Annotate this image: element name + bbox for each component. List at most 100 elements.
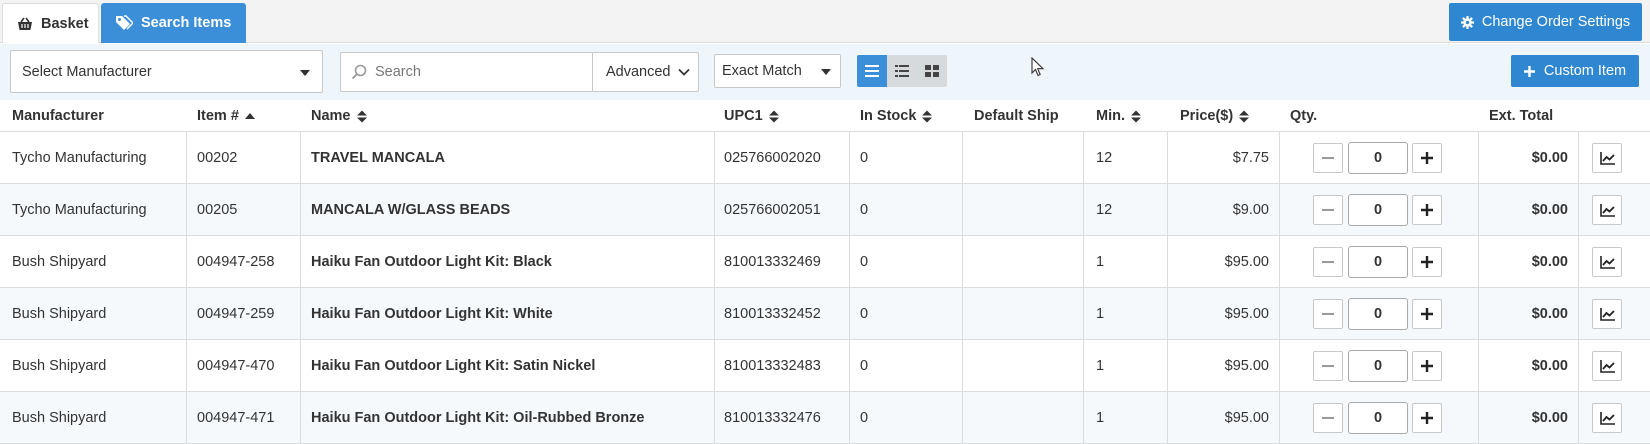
column-divider bbox=[186, 288, 187, 340]
qty-increment-button[interactable] bbox=[1412, 299, 1442, 329]
qty-decrement-button[interactable] bbox=[1313, 195, 1343, 225]
column-divider bbox=[186, 236, 187, 288]
sort-icon bbox=[356, 110, 367, 123]
cell-price: $95.00 bbox=[1224, 306, 1269, 322]
table-row: Bush Shipyard 004947-470 Haiku Fan Outdoor… bbox=[0, 340, 1650, 392]
qty-increment-button[interactable] bbox=[1412, 195, 1442, 225]
column-header-min[interactable]: Min. bbox=[1096, 100, 1141, 132]
cell-price: $95.00 bbox=[1224, 410, 1269, 426]
price-history-button[interactable] bbox=[1592, 143, 1622, 173]
column-divider bbox=[1578, 132, 1579, 184]
advanced-search-dropdown[interactable]: Advanced bbox=[592, 52, 699, 92]
column-header-label: UPC1 bbox=[724, 108, 763, 124]
table-row: Tycho Manufacturing 00205 MANCALA W/GLASS … bbox=[0, 184, 1650, 236]
cell-ext-total: $0.00 bbox=[1531, 306, 1568, 322]
grid-view-button[interactable] bbox=[917, 55, 947, 87]
column-divider bbox=[1279, 288, 1280, 340]
cell-in-stock: 0 bbox=[860, 306, 869, 322]
list-icon bbox=[865, 65, 879, 77]
cell-min: 1 bbox=[1096, 254, 1105, 270]
column-divider bbox=[1167, 288, 1168, 340]
column-divider bbox=[1279, 132, 1280, 184]
sort-icon bbox=[1131, 110, 1141, 123]
cell-in-stock: 0 bbox=[860, 410, 869, 426]
qty-decrement-button[interactable] bbox=[1313, 299, 1343, 329]
qty-input[interactable] bbox=[1348, 402, 1408, 434]
column-divider bbox=[1083, 392, 1084, 444]
cell-ext-total: $0.00 bbox=[1531, 410, 1568, 426]
qty-increment-button[interactable] bbox=[1412, 247, 1442, 277]
column-header-label: Qty. bbox=[1290, 108, 1318, 124]
qty-increment-button[interactable] bbox=[1412, 351, 1442, 381]
qty-input[interactable] bbox=[1348, 142, 1408, 174]
column-header-label: Price($) bbox=[1180, 108, 1234, 124]
match-mode-select[interactable]: Exact Match bbox=[714, 54, 841, 88]
price-history-button[interactable] bbox=[1592, 195, 1622, 225]
price-history-button[interactable] bbox=[1592, 351, 1622, 381]
cell-name: TRAVEL MANCALA bbox=[311, 150, 445, 166]
column-header-label: Ext. Total bbox=[1489, 108, 1554, 124]
qty-input[interactable] bbox=[1348, 194, 1408, 226]
qty-decrement-button[interactable] bbox=[1313, 351, 1343, 381]
qty-increment-button[interactable] bbox=[1412, 403, 1442, 433]
sort-icon bbox=[1239, 110, 1250, 123]
qty-decrement-button[interactable] bbox=[1313, 247, 1343, 277]
basket-icon bbox=[17, 17, 33, 31]
column-divider bbox=[1167, 132, 1168, 184]
cell-ext-total: $0.00 bbox=[1531, 150, 1568, 166]
table-row: Bush Shipyard 004947-259 Haiku Fan Outdoor… bbox=[0, 288, 1650, 340]
gear-icon bbox=[1460, 15, 1474, 29]
cell-ext-total: $0.00 bbox=[1531, 358, 1568, 374]
column-divider bbox=[1279, 392, 1280, 444]
tab-basket-label: Basket bbox=[41, 15, 89, 32]
qty-increment-button[interactable] bbox=[1412, 143, 1442, 173]
column-divider bbox=[849, 184, 850, 236]
column-header-ext-total: Ext. Total bbox=[1489, 100, 1553, 132]
cell-in-stock: 0 bbox=[860, 358, 869, 374]
column-divider bbox=[300, 132, 301, 184]
column-divider bbox=[186, 392, 187, 444]
tab-basket[interactable]: Basket bbox=[2, 3, 99, 43]
caret-down-icon bbox=[300, 70, 310, 76]
qty-input[interactable] bbox=[1348, 350, 1408, 382]
mouse-pointer-icon bbox=[1031, 56, 1045, 80]
column-header-upc[interactable]: UPC1 bbox=[724, 100, 779, 132]
column-header-item[interactable]: Item # bbox=[197, 100, 255, 132]
tab-search-items[interactable]: Search Items bbox=[101, 3, 246, 43]
custom-item-button[interactable]: Custom Item bbox=[1511, 55, 1639, 87]
column-divider bbox=[1478, 288, 1479, 340]
manufacturer-select[interactable]: Select Manufacturer bbox=[10, 50, 323, 93]
cell-upc: 810013332483 bbox=[724, 358, 821, 374]
cell-price: $7.75 bbox=[1232, 150, 1269, 166]
search-input[interactable] bbox=[375, 64, 575, 80]
column-divider bbox=[962, 236, 963, 288]
tab-search-items-label: Search Items bbox=[141, 15, 232, 31]
cell-in-stock: 0 bbox=[860, 202, 869, 218]
column-divider bbox=[300, 184, 301, 236]
column-header-label: Name bbox=[311, 108, 351, 124]
price-history-button[interactable] bbox=[1592, 247, 1622, 277]
qty-input[interactable] bbox=[1348, 246, 1408, 278]
sort-icon bbox=[768, 110, 779, 123]
minus-icon bbox=[1322, 417, 1334, 419]
list-detail-icon bbox=[895, 65, 909, 77]
column-divider bbox=[1167, 392, 1168, 444]
price-history-button[interactable] bbox=[1592, 403, 1622, 433]
price-history-button[interactable] bbox=[1592, 299, 1622, 329]
qty-input[interactable] bbox=[1348, 298, 1408, 330]
cell-name: MANCALA W/GLASS BEADS bbox=[311, 202, 511, 218]
column-header-price[interactable]: Price($) bbox=[1180, 100, 1250, 132]
column-header-name[interactable]: Name bbox=[311, 100, 367, 132]
cell-min: 1 bbox=[1096, 410, 1105, 426]
column-divider bbox=[1478, 236, 1479, 288]
detail-list-view-button[interactable] bbox=[887, 55, 917, 87]
qty-decrement-button[interactable] bbox=[1313, 403, 1343, 433]
qty-decrement-button[interactable] bbox=[1313, 143, 1343, 173]
column-header-in-stock[interactable]: In Stock bbox=[860, 100, 933, 132]
list-view-button[interactable] bbox=[857, 55, 887, 87]
column-divider bbox=[962, 340, 963, 392]
column-divider bbox=[1167, 184, 1168, 236]
column-divider bbox=[849, 340, 850, 392]
change-order-settings-button[interactable]: Change Order Settings bbox=[1449, 3, 1642, 41]
line-chart-icon bbox=[1599, 411, 1615, 425]
